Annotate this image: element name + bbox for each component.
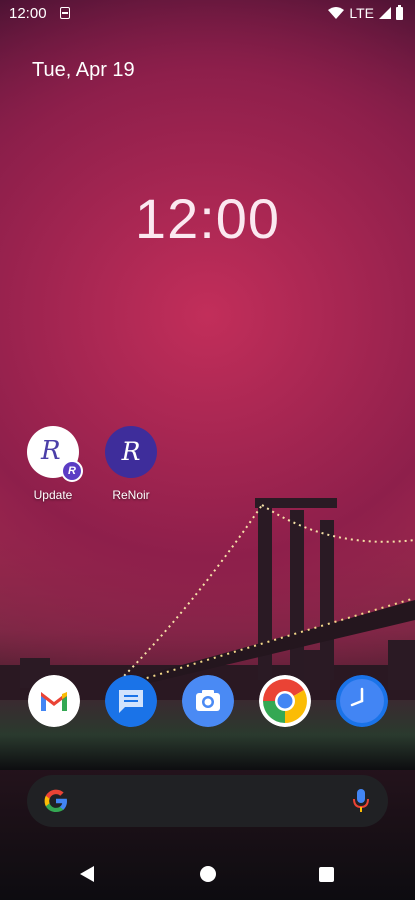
nav-recents-button[interactable] <box>319 867 334 882</box>
chrome-icon[interactable] <box>259 675 311 727</box>
renoir-update-icon: R R <box>27 426 83 482</box>
date-widget[interactable]: Tue, Apr 19 <box>32 59 135 82</box>
app-renoir[interactable]: R ReNoir <box>96 426 166 502</box>
network-type: LTE <box>349 5 374 21</box>
battery-icon <box>396 4 403 20</box>
app-label-renoir: ReNoir <box>112 488 150 502</box>
update-badge: R <box>61 460 83 482</box>
status-indicators: LTE <box>328 4 403 21</box>
notification-icon <box>60 7 70 19</box>
gmail-icon[interactable] <box>28 675 80 727</box>
google-g-icon <box>44 789 67 812</box>
nav-back-button[interactable] <box>80 866 94 882</box>
messages-icon[interactable] <box>105 675 157 727</box>
app-label-update: Update <box>33 488 73 502</box>
signal-icon <box>379 7 391 19</box>
microphone-icon[interactable] <box>352 788 370 814</box>
wifi-icon <box>328 7 345 19</box>
status-time: 12:00 <box>9 5 47 22</box>
google-search-bar[interactable] <box>27 775 388 827</box>
camera-icon[interactable] <box>182 675 234 727</box>
status-bar: 12:00 LTE <box>0 0 415 28</box>
renoir-logo: R <box>41 436 61 466</box>
renoir-logo: R <box>121 437 141 466</box>
clock-widget[interactable]: 12:00 <box>0 186 415 251</box>
renoir-icon: R <box>105 426 157 478</box>
clock-icon[interactable] <box>336 675 388 727</box>
nav-home-button[interactable] <box>200 866 216 882</box>
app-update[interactable]: R R Update <box>18 426 88 502</box>
